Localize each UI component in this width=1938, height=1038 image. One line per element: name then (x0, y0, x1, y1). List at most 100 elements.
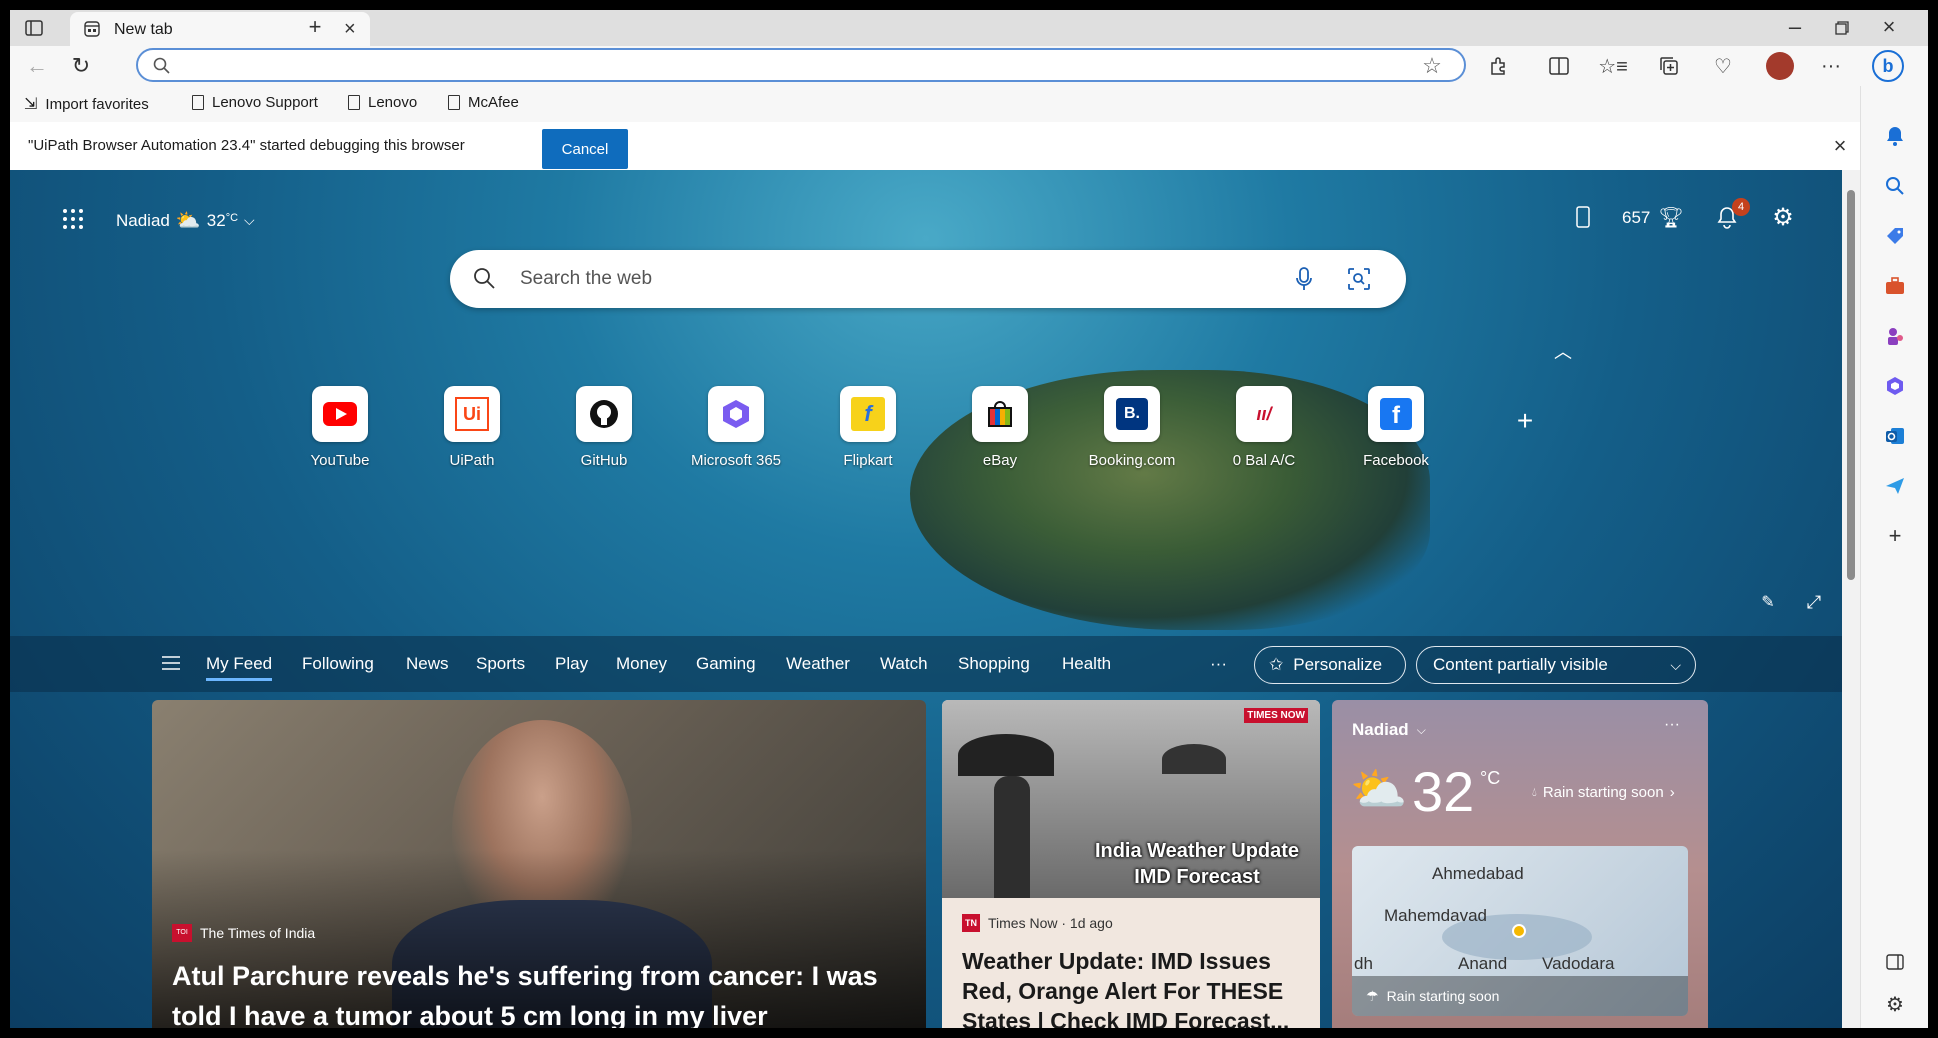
quick-link-ebay[interactable]: eBay (930, 386, 1070, 469)
weather-location[interactable]: Nadiad (1352, 720, 1409, 740)
favorite-star-icon[interactable]: ☆ (1420, 53, 1444, 78)
scrollbar-thumb[interactable] (1847, 190, 1855, 580)
drop-send-icon[interactable] (1883, 474, 1907, 498)
quick-link-flipkart[interactable]: f Flipkart (798, 386, 938, 469)
search-icon[interactable] (1883, 174, 1907, 198)
favorite-import[interactable]: ⇲ Import favorites (24, 94, 149, 114)
tab-weather[interactable]: Weather (786, 654, 850, 674)
quick-link-github[interactable]: GitHub (534, 386, 674, 469)
umbrella-shape (1162, 744, 1226, 774)
tab-money[interactable]: Money (616, 654, 667, 674)
weather-card[interactable]: Nadiad ⌵ ··· ⛅ 32 °C 💧︎ Rain starting so… (1332, 700, 1708, 1028)
close-window-button[interactable]: × (1874, 14, 1904, 40)
personalize-button[interactable]: ✩ Personalize (1254, 646, 1406, 684)
sidebar-settings-icon[interactable]: ⚙ (1883, 992, 1907, 1016)
tab-health[interactable]: Health (1062, 654, 1111, 674)
expand-icon[interactable]: ⤢ (1802, 590, 1826, 614)
favorites-bar: ⇲ Import favorites Lenovo Support Lenovo… (10, 86, 1860, 123)
quick-link-label: Facebook (1363, 452, 1429, 469)
page-icon (448, 95, 460, 110)
more-menu-icon[interactable]: ··· (1818, 54, 1844, 78)
outlook-icon[interactable] (1883, 424, 1907, 448)
personalize-icon: ✩ (1269, 655, 1284, 674)
minimize-button[interactable]: – (1780, 14, 1810, 40)
profile-avatar[interactable] (1766, 52, 1794, 80)
edge-sidebar: + ⚙ (1860, 86, 1928, 1028)
news-card-main[interactable]: TOI The Times of India Atul Parchure rev… (152, 700, 926, 1028)
more-tabs-button[interactable]: ··· (1210, 654, 1227, 674)
favorite-lenovo[interactable]: Lenovo (348, 94, 417, 111)
facebook-icon: f (1368, 386, 1424, 442)
feed-navigation: My Feed Following News Sports Play Money… (10, 636, 1842, 692)
quick-link-0-bal-ac[interactable]: ıı/ 0 Bal A/C (1194, 386, 1334, 469)
favorite-label: Import favorites (45, 95, 149, 113)
tab-shopping[interactable]: Shopping (958, 654, 1030, 674)
settings-gear-icon[interactable]: ⚙ (1770, 204, 1796, 231)
restore-button[interactable] (1830, 18, 1854, 38)
favorites-icon[interactable]: ☆≡ (1598, 54, 1628, 78)
microsoft-365-icon[interactable] (1883, 374, 1907, 398)
toolbar: ← ↻ ☆ ☆≡ ♡ ··· b (10, 46, 1928, 86)
quick-link-booking[interactable]: B. Booking.com (1062, 386, 1202, 469)
web-search-box[interactable]: Search the web (450, 250, 1406, 308)
edit-background-icon[interactable]: ✎ (1756, 590, 1780, 614)
weather-unit: °C (1480, 768, 1501, 788)
quick-link-microsoft-365[interactable]: Microsoft 365 (666, 386, 806, 469)
hide-sidebar-icon[interactable] (1883, 950, 1907, 974)
content-visibility-dropdown[interactable]: Content partially visible ⌵ (1416, 646, 1696, 684)
extensions-icon[interactable] (1486, 54, 1512, 78)
tab-play[interactable]: Play (555, 654, 588, 674)
visual-search-icon[interactable] (1346, 266, 1372, 292)
tab-actions-icon[interactable] (24, 18, 44, 38)
tab-gaming[interactable]: Gaming (696, 654, 756, 674)
favorite-lenovo-support[interactable]: Lenovo Support (192, 94, 318, 111)
raindrop-icon: 💧︎ (1532, 785, 1537, 799)
new-tab-button[interactable]: + (300, 14, 330, 40)
quick-link-uipath[interactable]: Ui UiPath (402, 386, 542, 469)
rewards-points[interactable]: 657 (1622, 208, 1650, 228)
github-icon (576, 386, 632, 442)
collapse-chevron-icon[interactable]: ︿ (1550, 338, 1576, 364)
header-temp-unit: °C (225, 211, 239, 224)
add-sidebar-app-icon[interactable]: + (1883, 523, 1907, 548)
browser-essentials-icon[interactable]: ♡ (1710, 54, 1736, 78)
apps-launcher-icon[interactable] (60, 206, 86, 232)
shopping-tag-icon[interactable] (1883, 224, 1907, 248)
debug-info-bar: "UiPath Browser Automation 23.4" started… (10, 122, 1860, 171)
address-input[interactable] (194, 56, 1298, 76)
tools-briefcase-icon[interactable] (1883, 274, 1907, 298)
notifications-icon[interactable] (1883, 124, 1907, 148)
source-logo: TN (962, 914, 980, 932)
rewards-icon[interactable]: 🏆︎ (1658, 204, 1684, 230)
games-icon[interactable] (1883, 324, 1907, 348)
quick-link-facebook[interactable]: f Facebook (1326, 386, 1466, 469)
page-scrollbar[interactable] (1842, 170, 1860, 1028)
rain-alert[interactable]: 💧︎ Rain starting soon › (1532, 784, 1675, 801)
tab-news[interactable]: News (406, 654, 449, 674)
tab-following[interactable]: Following (302, 654, 374, 674)
hamburger-menu-icon[interactable] (160, 652, 182, 674)
add-quick-link-icon[interactable]: + (1510, 405, 1540, 436)
news-card-weather[interactable]: TIMES NOW India Weather Update IMD Forec… (942, 700, 1320, 1028)
address-bar[interactable]: ☆ (136, 48, 1466, 82)
favorite-mcafee[interactable]: McAfee (448, 94, 519, 111)
cancel-button[interactable]: Cancel (542, 129, 628, 169)
copilot-icon[interactable]: b (1872, 50, 1904, 82)
close-tab-icon[interactable]: × (344, 18, 356, 41)
quick-link-label: Microsoft 365 (690, 452, 782, 469)
weather-map[interactable]: Ahmedabad Mahemdavad dh Anand Vadodara ☂… (1352, 846, 1688, 1016)
tab-sports[interactable]: Sports (476, 654, 525, 674)
back-icon[interactable]: ← (24, 53, 50, 78)
refresh-icon[interactable]: ↻ (68, 53, 94, 78)
close-infobar-icon[interactable]: × (1828, 133, 1852, 158)
quick-link-youtube[interactable]: YouTube (270, 386, 410, 469)
more-options-icon[interactable]: ··· (1664, 716, 1680, 734)
split-screen-icon[interactable] (1546, 54, 1572, 78)
weather-widget[interactable]: Nadiad ⛅ 32 °C ⌵ (116, 208, 255, 233)
tab-watch[interactable]: Watch (880, 654, 928, 674)
microphone-icon[interactable] (1292, 266, 1316, 292)
headline: Weather Update: IMD Issues Red, Orange A… (962, 948, 1290, 1028)
collections-icon[interactable] (1656, 54, 1682, 78)
mobile-icon[interactable] (1570, 204, 1596, 230)
tab-my-feed[interactable]: My Feed (206, 654, 273, 681)
